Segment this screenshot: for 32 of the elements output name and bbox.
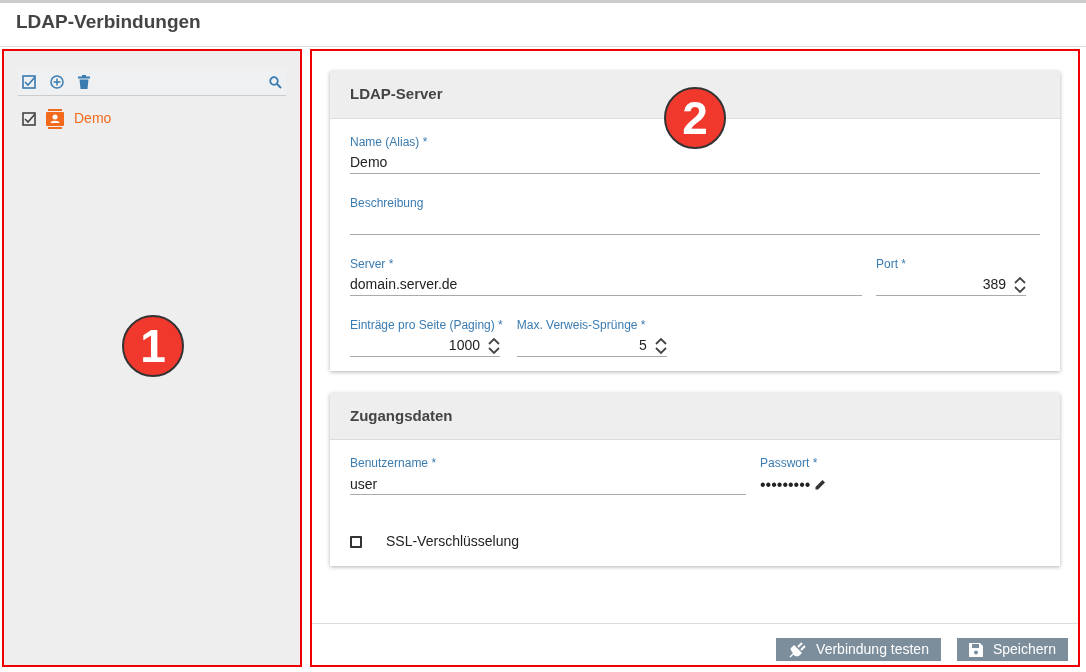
number-field[interactable]: 1000: [350, 335, 500, 357]
field-label: Server *: [350, 255, 395, 273]
checkbox-label: SSL-Verschlüsselung: [386, 532, 520, 551]
number-field[interactable]: 5: [516, 335, 667, 357]
callout-number: 1: [122, 315, 184, 377]
trash-icon[interactable]: [78, 75, 90, 89]
add-icon[interactable]: [50, 75, 64, 89]
field-label: Passwort *: [760, 455, 819, 472]
field-label: Name (Alias) *: [350, 133, 429, 151]
field-label: Max. Verweis-Sprünge *: [516, 316, 647, 334]
contact-card-icon: [46, 108, 64, 129]
password-value: •••••••••: [760, 474, 811, 495]
search-icon[interactable]: [269, 75, 282, 89]
input-field[interactable]: user: [350, 474, 746, 495]
field-label: Beschreibung: [350, 194, 425, 212]
select-all-icon[interactable]: [22, 75, 36, 89]
plug-icon: [788, 641, 807, 658]
input-field[interactable]: Demo: [350, 152, 1040, 174]
spinner-arrows-icon[interactable]: [1014, 275, 1026, 294]
save-icon: [968, 642, 983, 657]
card-header: Zugangsdaten: [330, 392, 1060, 440]
number-field[interactable]: 389: [876, 274, 1026, 296]
pencil-icon[interactable]: [814, 478, 827, 491]
spinner-arrows-icon[interactable]: [654, 336, 667, 355]
field-label: Einträge pro Seite (Paging) *: [350, 316, 503, 334]
spinner-arrows-icon[interactable]: [488, 336, 500, 355]
checkbox[interactable]: [350, 535, 362, 548]
field-label: Port *: [876, 255, 907, 273]
input-field[interactable]: domain.server.de: [350, 274, 862, 296]
checkbox[interactable]: [22, 111, 36, 126]
field-label: Benutzername *: [350, 455, 438, 472]
page-title: LDAP-Verbindungen: [16, 11, 202, 34]
